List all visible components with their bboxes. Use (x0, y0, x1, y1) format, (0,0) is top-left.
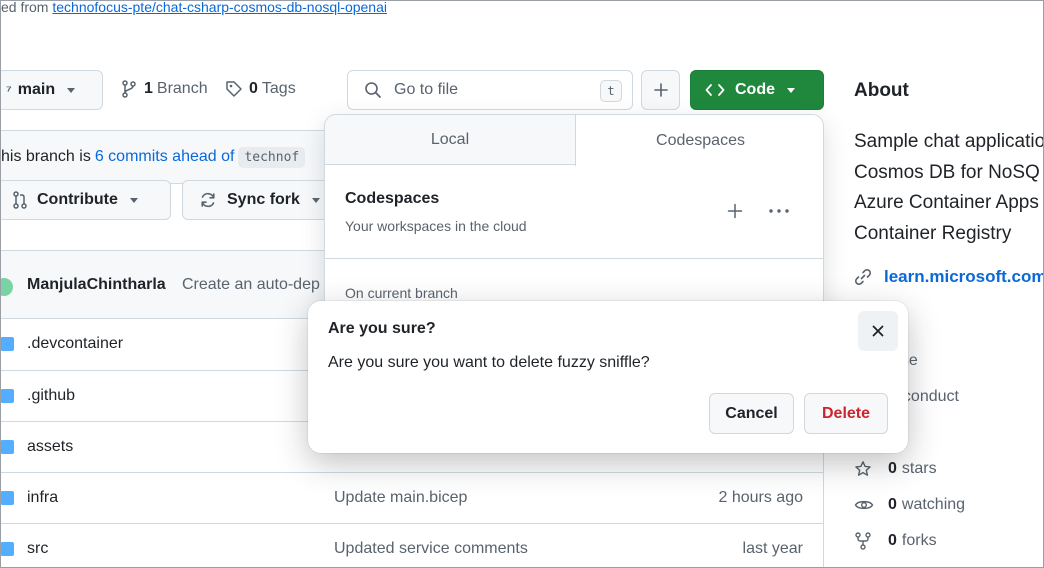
current-branch-section-label: On current branch (345, 285, 458, 301)
dialog-title: Are you sure? (328, 320, 436, 337)
commit-message[interactable]: Create an auto-dep (182, 276, 320, 294)
search-icon (365, 82, 381, 98)
file-name[interactable]: .github (27, 387, 75, 405)
tags-label: Tags (261, 80, 296, 97)
go-to-file-input[interactable]: Go to file t (347, 70, 633, 110)
forks-count: 0 (888, 532, 897, 549)
code-button-label: Code (735, 81, 775, 98)
create-codespace-button[interactable] (724, 200, 746, 222)
branches-label: Branch (156, 80, 208, 97)
about-website-link[interactable]: learn.microsoft.com/ (854, 267, 1044, 287)
star-icon (855, 461, 871, 476)
sync-icon (201, 192, 215, 208)
forks-link[interactable]: 0 forks (854, 532, 937, 550)
branches-count: 1 (144, 80, 153, 97)
about-description-line: Container Registry (854, 222, 1012, 244)
plus-icon (727, 203, 743, 219)
plus-icon (653, 83, 668, 97)
codespaces-title: Codespaces (345, 190, 440, 207)
git-branch-icon (122, 80, 136, 98)
delete-button[interactable]: Delete (804, 393, 888, 434)
file-commit-message[interactable]: Updated service comments (334, 540, 528, 558)
repo-forked-icon (855, 532, 871, 550)
about-description-line: Sample chat applicatio (854, 131, 1044, 152)
contribute-label: Contribute (37, 191, 118, 208)
codespaces-subtitle: Your workspaces in the cloud (345, 218, 527, 234)
chevron-down-icon (67, 87, 76, 93)
code-icon (705, 84, 725, 96)
tag-icon (226, 81, 242, 97)
divider (325, 258, 823, 259)
folder-icon (1, 491, 14, 505)
confirm-delete-dialog: Are you sure? Are you sure you want to d… (308, 301, 908, 453)
close-icon (872, 325, 884, 337)
stars-link[interactable]: 0 stars (854, 460, 937, 478)
pull-request-icon (13, 191, 27, 209)
kebab-horizontal-icon (769, 209, 789, 213)
codespaces-more-button[interactable] (766, 200, 792, 222)
folder-icon (1, 389, 14, 403)
branches-link[interactable]: 1 Branch (121, 80, 208, 98)
dialog-message: Are you sure you want to delete fuzzy sn… (328, 354, 650, 371)
add-file-button[interactable] (641, 70, 680, 110)
watching-count: 0 (888, 496, 897, 513)
tab-codespaces[interactable]: Codespaces (575, 115, 823, 166)
commit-author[interactable]: ManjulaChintharla (27, 276, 166, 294)
link-icon (854, 268, 872, 286)
upstream-ref: technof (238, 146, 306, 168)
branch-icon: ⁷ (6, 82, 12, 98)
folder-icon (1, 440, 14, 454)
browser-page: ed from technofocus-pte/chat-csharp-cosm… (0, 0, 1044, 568)
fork-source-link[interactable]: technofocus-pte/chat-csharp-cosmos-db-no… (52, 1, 387, 15)
code-dropdown-panel: Local Codespaces Codespaces Your workspa… (324, 114, 824, 324)
dialog-close-button[interactable] (858, 311, 898, 351)
contribute-button[interactable]: Contribute (1, 180, 171, 220)
banner-prefix: his branch is (1, 148, 91, 165)
eye-icon (854, 500, 874, 510)
tab-local[interactable]: Local (325, 115, 575, 165)
about-website-label: learn.microsoft.com/ (884, 267, 1044, 286)
fork-prefix: ed from (1, 0, 49, 15)
watching-label: watching (901, 496, 966, 513)
sync-fork-button[interactable]: Sync fork (182, 180, 342, 220)
file-name[interactable]: assets (27, 438, 73, 456)
table-row[interactable]: infra Update main.bicep 2 hours ago (1, 472, 824, 523)
tags-link[interactable]: 0 Tags (225, 80, 296, 98)
chevron-down-icon (129, 197, 138, 203)
about-description: Sample chat applicatio Cosmos DB for NoS… (854, 127, 1044, 249)
branch-status-banner: his branch is 6 commits ahead of technof (1, 130, 341, 184)
table-row[interactable]: src Updated service comments last year (1, 523, 824, 567)
branch-select-label: main (17, 81, 56, 98)
chevron-down-icon (311, 197, 320, 203)
go-to-file-placeholder: Go to file (394, 81, 459, 98)
go-to-file-shortcut: t (600, 80, 622, 102)
code-button[interactable]: Code (690, 70, 824, 110)
file-commit-date: last year (742, 540, 803, 557)
file-name[interactable]: src (27, 540, 48, 558)
commits-ahead-link[interactable]: 6 commits ahead of (95, 148, 235, 166)
file-name[interactable]: infra (27, 489, 58, 507)
stars-count: 0 (888, 460, 897, 477)
about-description-line: Cosmos DB for NoSQ (854, 161, 1040, 183)
avatar[interactable] (1, 278, 13, 296)
cancel-button[interactable]: Cancel (709, 393, 794, 434)
chevron-down-icon (787, 87, 795, 93)
branch-select-button[interactable]: ⁷ main (1, 70, 103, 110)
about-heading: About (854, 80, 909, 101)
about-description-line: Azure Container Apps (854, 192, 1039, 213)
folder-icon (1, 337, 14, 351)
folder-icon (1, 542, 14, 556)
watching-link[interactable]: 0 watching (854, 496, 965, 514)
stars-label: stars (901, 460, 937, 477)
file-name[interactable]: .devcontainer (27, 335, 123, 353)
fork-source-line: ed from technofocus-pte/chat-csharp-cosm… (1, 0, 387, 15)
code-dropdown-tabs: Local Codespaces (325, 115, 823, 166)
tags-count: 0 (249, 80, 258, 97)
file-commit-message[interactable]: Update main.bicep (334, 489, 467, 507)
sync-fork-label: Sync fork (227, 191, 300, 208)
file-commit-date: 2 hours ago (718, 489, 803, 506)
forks-label: forks (901, 532, 937, 549)
